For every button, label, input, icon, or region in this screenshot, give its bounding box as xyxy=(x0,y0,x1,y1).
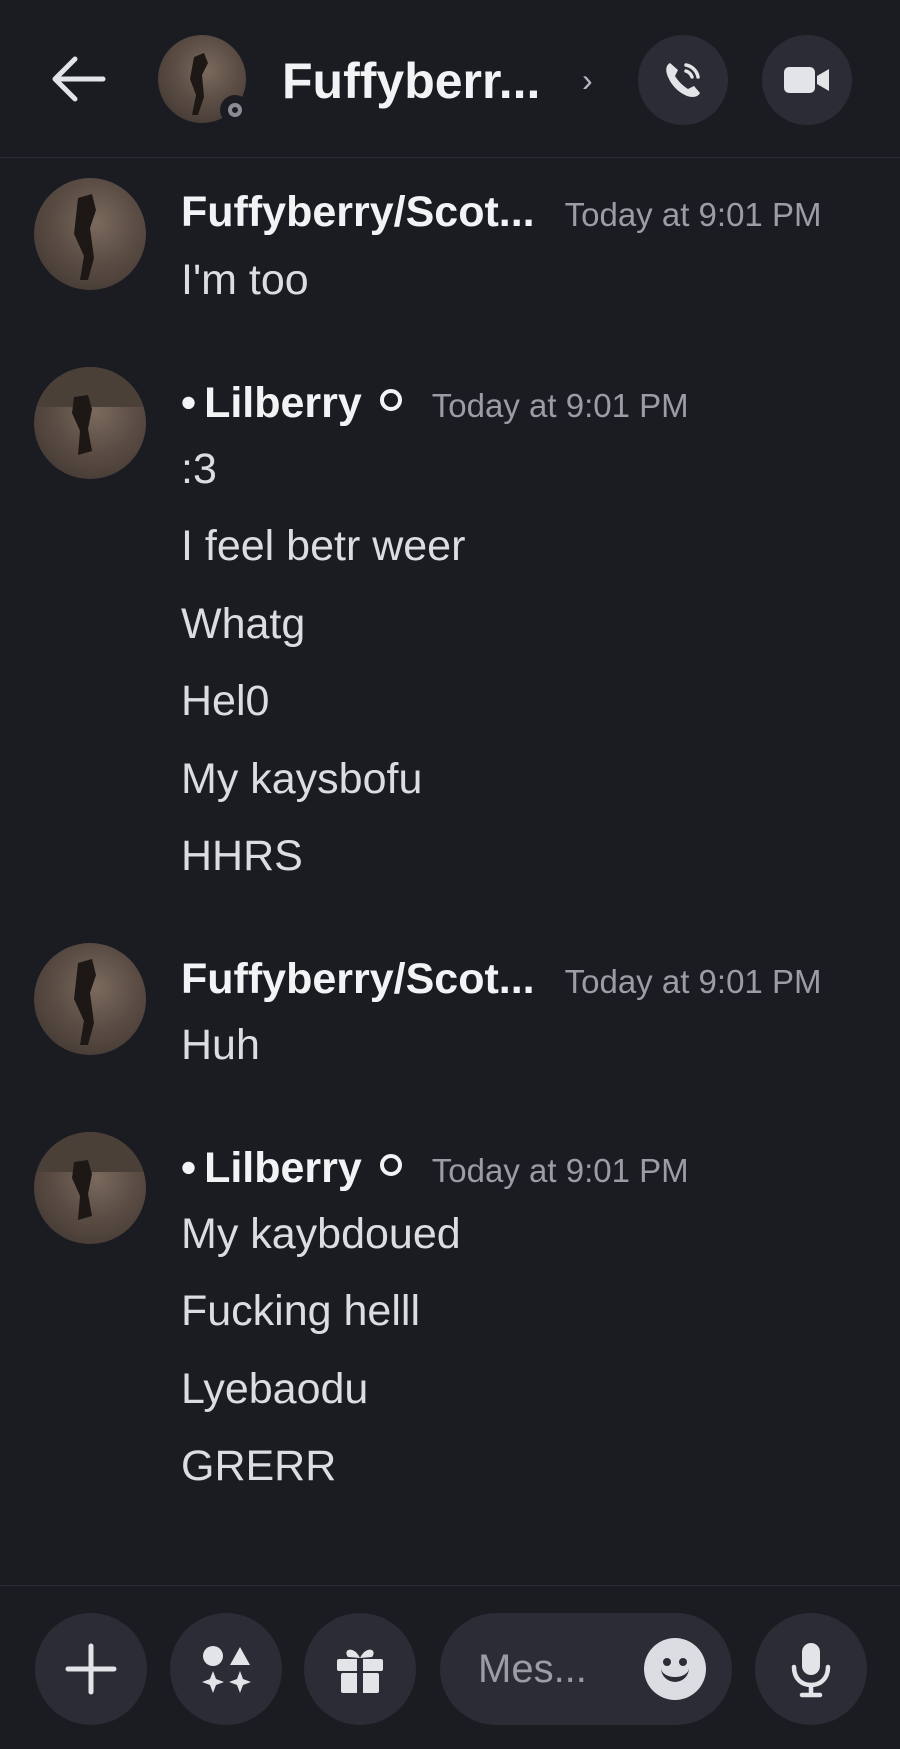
avatar[interactable] xyxy=(34,367,146,479)
avatar[interactable] xyxy=(34,943,146,1055)
message-text: I feel betr weer xyxy=(181,522,466,570)
gift-button[interactable] xyxy=(304,1613,416,1725)
voice-message-button[interactable] xyxy=(755,1613,867,1725)
message-input[interactable]: Mes... xyxy=(440,1613,732,1725)
arrow-left-icon xyxy=(52,56,106,102)
timestamp: Today at 9:01 PM xyxy=(564,963,822,1000)
apps-button[interactable] xyxy=(170,1613,282,1725)
gift-icon xyxy=(337,1649,383,1693)
message-text: Lyebaodu xyxy=(181,1365,369,1413)
author-name[interactable]: Fuffyberry/Scot... xyxy=(181,955,535,1004)
message-text: Hel0 xyxy=(181,677,270,725)
message-text: My kaybdoued xyxy=(181,1210,461,1258)
author-bullet: • xyxy=(181,379,197,427)
message-text: Fucking helll xyxy=(181,1287,420,1335)
message-text: GRERR xyxy=(181,1442,337,1490)
voice-call-button[interactable] xyxy=(638,35,728,125)
back-button[interactable] xyxy=(48,48,110,110)
avatar-figure xyxy=(74,959,96,1045)
emoji-icon[interactable] xyxy=(644,1638,706,1700)
message-text: Whatg xyxy=(181,600,306,648)
message-text: My kaysbofu xyxy=(181,755,423,803)
timestamp: Today at 9:01 PM xyxy=(431,1152,689,1189)
apps-icon xyxy=(202,1646,251,1693)
plus-icon xyxy=(65,1643,117,1695)
message-placeholder: Mes... xyxy=(478,1646,587,1691)
message-text: Huh xyxy=(181,1021,260,1069)
author-name[interactable]: Lilberry xyxy=(204,1144,362,1193)
chevron-right-icon[interactable]: › xyxy=(582,62,593,99)
avatar-figure xyxy=(34,367,146,455)
avatar-figure xyxy=(74,194,96,280)
message-header: • Lilberry Today at 9:01 PM xyxy=(181,1144,689,1193)
timestamp: Today at 9:01 PM xyxy=(431,387,689,424)
video-call-button[interactable] xyxy=(762,35,852,125)
timestamp: Today at 9:01 PM xyxy=(564,196,822,233)
message-text: I'm too xyxy=(181,256,309,304)
attach-button[interactable] xyxy=(35,1613,147,1725)
phone-call-icon xyxy=(666,63,700,97)
status-offline-icon xyxy=(220,95,250,125)
header-avatar[interactable] xyxy=(158,35,250,125)
chat-header: Fuffyberr... › xyxy=(0,0,900,158)
status-ring-icon xyxy=(379,1154,402,1176)
message-text: :3 xyxy=(181,445,217,493)
author-bullet: • xyxy=(181,1144,197,1192)
message-header: • Lilberry Today at 9:01 PM xyxy=(181,379,689,428)
microphone-icon xyxy=(791,1643,831,1698)
message-header: Fuffyberry/Scot... Today at 9:01 PM xyxy=(181,955,821,1004)
message-header: Fuffyberry/Scot... Today at 9:01 PM xyxy=(181,188,821,237)
avatar[interactable] xyxy=(34,1132,146,1244)
channel-title[interactable]: Fuffyberr... xyxy=(282,52,540,110)
message-text: HHRS xyxy=(181,832,303,880)
author-name[interactable]: Fuffyberry/Scot... xyxy=(181,188,535,237)
avatar-figure xyxy=(34,1132,146,1220)
author-name[interactable]: Lilberry xyxy=(204,379,362,428)
status-ring-icon xyxy=(379,389,402,411)
message-composer: Mes... xyxy=(0,1585,900,1749)
avatar[interactable] xyxy=(34,178,146,290)
video-camera-icon xyxy=(784,67,829,93)
